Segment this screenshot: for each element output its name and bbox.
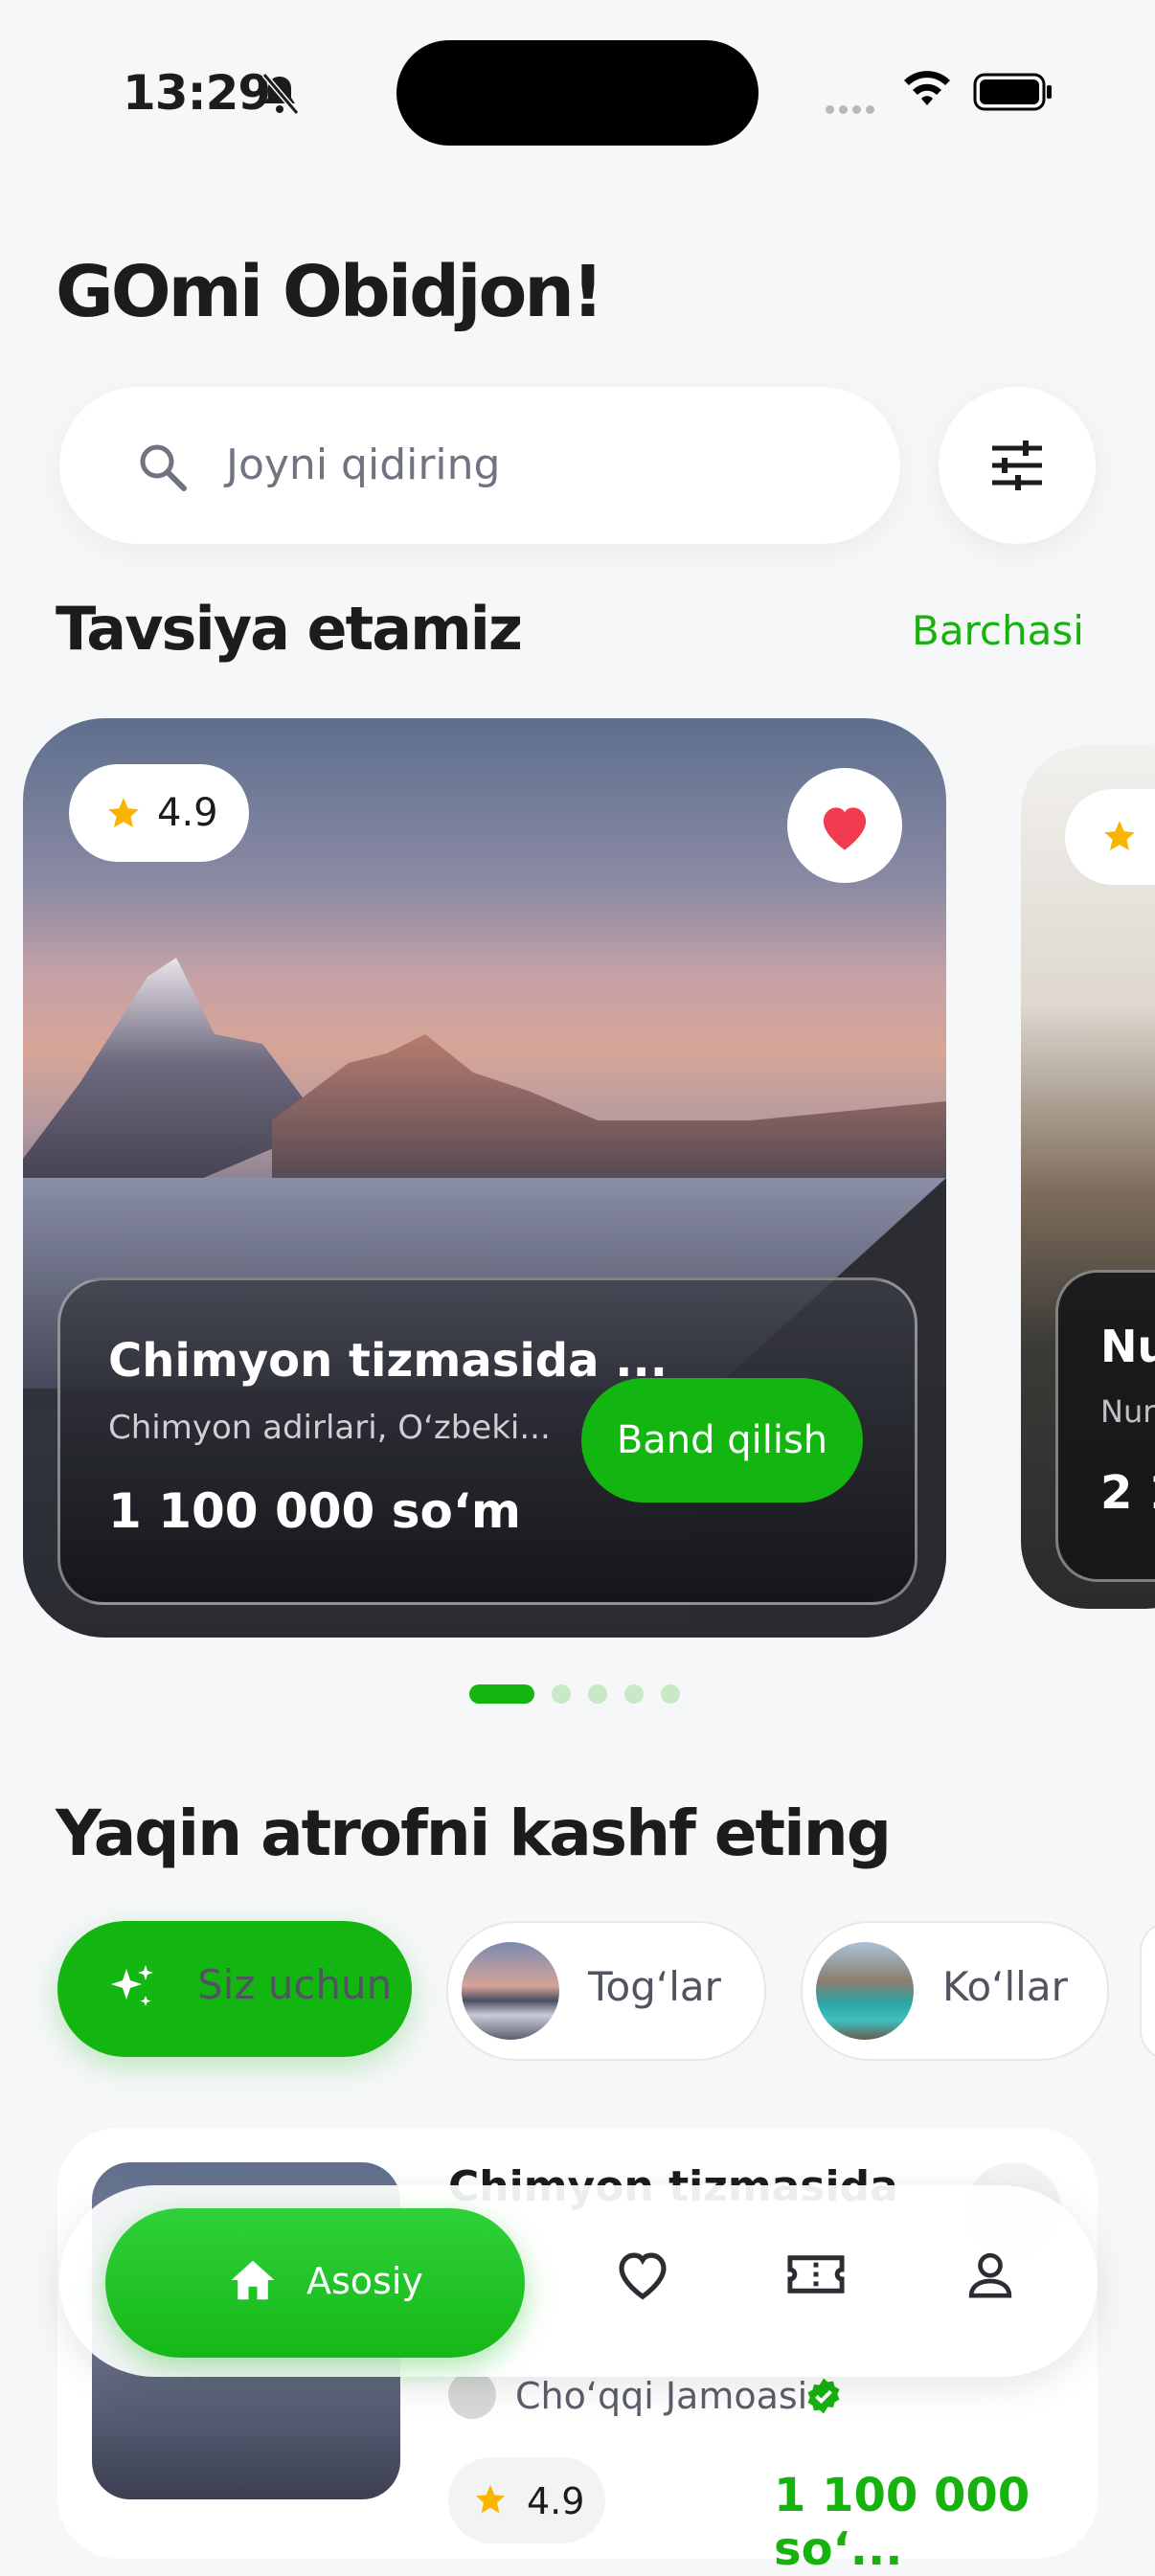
star-icon	[476, 2485, 505, 2514]
nav-home-label: Asosiy	[306, 2260, 423, 2302]
pager-dot[interactable]	[661, 1683, 680, 1704]
place-price: 1 100 000 so‘...	[774, 2469, 1030, 2576]
dynamic-island	[396, 40, 759, 146]
lakes-thumbnail	[816, 1942, 914, 2040]
card-location: Nur	[1100, 1393, 1155, 1430]
mountains-thumbnail	[462, 1942, 559, 2040]
nav-home[interactable]: Asosiy	[105, 2208, 525, 2358]
star-icon	[108, 798, 139, 828]
pager-dot-active[interactable]	[469, 1683, 534, 1704]
pager-dot[interactable]	[552, 1683, 571, 1704]
greeting-title: GOmi Obidjon!	[56, 251, 604, 333]
battery-icon	[973, 73, 1052, 111]
chip-label: Ko‘llar	[942, 1963, 1068, 2010]
carousel-pager[interactable]	[469, 1683, 697, 1704]
heart-filled-icon	[823, 807, 867, 850]
chip-mountains[interactable]: Tog‘lar	[446, 1921, 766, 2061]
rating-badge: 4	[1065, 789, 1155, 885]
status-time: 13:29	[123, 65, 271, 121]
verified-icon	[807, 2378, 840, 2414]
ticket-icon[interactable]	[785, 2247, 847, 2302]
favorite-button[interactable]	[787, 768, 902, 883]
pager-dot[interactable]	[624, 1683, 644, 1704]
rating-value: 4.9	[527, 2480, 585, 2522]
chip-label: Siz uchun	[197, 1961, 393, 2008]
card-info-panel: Nu Nur 2 15	[1055, 1270, 1155, 1582]
chip-lakes[interactable]: Ko‘llar	[801, 1921, 1109, 2061]
rating-badge: 4.9	[448, 2457, 605, 2543]
card-price: 1 100 000 so‘m	[108, 1483, 521, 1539]
search-placeholder: Joyni qidiring	[226, 441, 501, 489]
wifi-icon	[904, 71, 950, 105]
featured-card-secondary[interactable]: 4 Nu Nur 2 15	[1021, 745, 1155, 1609]
card-title: Chimyon tizmasida ...	[108, 1334, 668, 1388]
pager-dot[interactable]	[588, 1683, 607, 1704]
card-info-panel: Chimyon tizmasida ... Chimyon adirlari, …	[57, 1277, 917, 1605]
card-location: Chimyon adirlari, O‘zbeki...	[108, 1409, 551, 1447]
search-input[interactable]: Joyni qidiring	[59, 387, 900, 544]
rating-badge: 4.9	[69, 764, 249, 862]
home-icon	[231, 2260, 275, 2300]
chip-more[interactable]	[1140, 1921, 1155, 2061]
filter-sliders-icon	[992, 441, 1042, 490]
card-title: Nu	[1100, 1321, 1155, 1372]
chip-for-you[interactable]: Siz uchun	[57, 1921, 412, 2057]
bell-muted-icon	[261, 73, 300, 115]
see-all-link[interactable]: Barchasi	[912, 607, 1084, 654]
heart-icon[interactable]	[613, 2247, 672, 2302]
sparkle-icon	[111, 1965, 153, 2006]
recommended-title: Tavsiya etamiz	[56, 594, 523, 664]
featured-card[interactable]: 4.9 Chimyon tizmasida ... Chimyon adirla…	[23, 718, 946, 1638]
organizer-name: Cho‘qqi Jamoasi	[515, 2375, 808, 2417]
star-icon	[1104, 821, 1135, 851]
organizer-avatar	[448, 2371, 496, 2419]
search-icon	[140, 444, 187, 491]
explore-title: Yaqin atrofni kashf eting	[56, 1796, 892, 1870]
filter-button[interactable]	[939, 387, 1096, 544]
chip-label: Tog‘lar	[588, 1963, 721, 2010]
rating-value: 4.9	[157, 791, 218, 835]
cellular-signal-icon	[826, 100, 879, 118]
profile-icon[interactable]	[963, 2247, 1017, 2302]
card-price: 2 15	[1100, 1466, 1155, 1520]
book-button[interactable]: Band qilish	[581, 1378, 863, 1503]
bottom-nav: Asosiy	[59, 2185, 1098, 2377]
